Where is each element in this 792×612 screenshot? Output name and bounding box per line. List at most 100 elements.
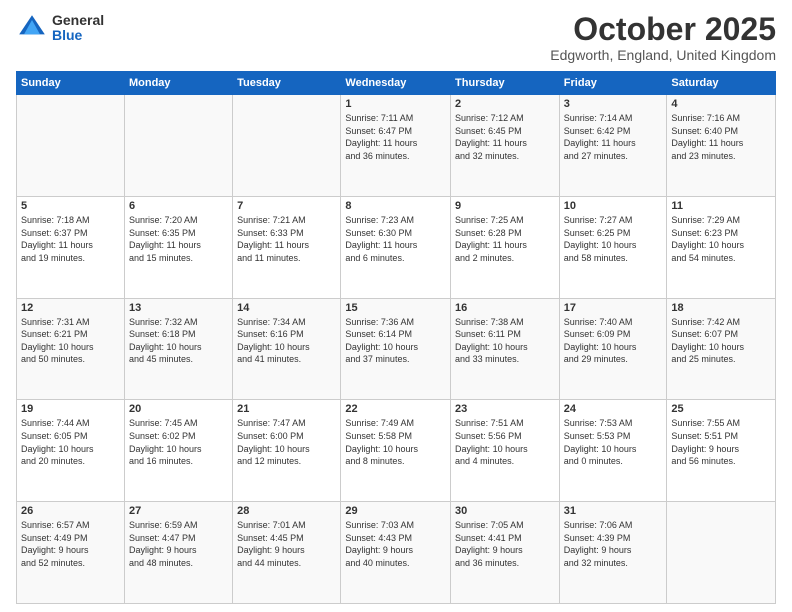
day-info: Sunrise: 7:34 AM Sunset: 6:16 PM Dayligh… — [237, 316, 336, 366]
calendar-cell: 30 Sunrise: 7:05 AM Sunset: 4:41 PM Dayli… — [451, 502, 560, 604]
calendar-cell — [233, 95, 341, 197]
day-number: 17 — [564, 302, 663, 314]
day-number: 9 — [455, 200, 555, 212]
day-number: 1 — [345, 98, 446, 110]
day-headers-row: SundayMondayTuesdayWednesdayThursdayFrid… — [17, 72, 776, 95]
calendar-cell: 7Sunrise: 7:21 AM Sunset: 6:33 PM Daylig… — [233, 196, 341, 298]
calendar-cell: 8Sunrise: 7:23 AM Sunset: 6:30 PM Daylig… — [341, 196, 451, 298]
day-number: 7 — [237, 200, 336, 212]
day-number: 2 — [455, 98, 555, 110]
logo-blue-text: Blue — [52, 28, 104, 43]
day-info: Sunrise: 7:40 AM Sunset: 6:09 PM Dayligh… — [564, 316, 663, 366]
day-number: 22 — [345, 403, 446, 415]
calendar-cell: 6 Sunrise: 7:20 AM Sunset: 6:35 PM Daylig… — [124, 196, 232, 298]
day-number: 29 — [345, 505, 446, 517]
day-header-monday: Monday — [124, 72, 232, 95]
day-number: 25 — [671, 403, 771, 415]
day-number: 18 — [671, 302, 771, 314]
calendar-cell — [17, 95, 125, 197]
day-info: Sunrise: 7:25 AM Sunset: 6:28 PM Dayligh… — [455, 214, 555, 264]
day-number: 24 — [564, 403, 663, 415]
day-info: Sunrise: 7:03 AM Sunset: 4:43 PM Dayligh… — [345, 519, 446, 569]
calendar-cell: 11Sunrise: 7:29 AM Sunset: 6:23 PM Dayli… — [667, 196, 776, 298]
calendar-cell: 4Sunrise: 7:16 AM Sunset: 6:40 PM Daylig… — [667, 95, 776, 197]
day-number: 26 — [21, 505, 120, 517]
day-info: Sunrise: 7:12 AM Sunset: 6:45 PM Dayligh… — [455, 112, 555, 162]
day-info: Sunrise: 7:11 AM Sunset: 6:47 PM Dayligh… — [345, 112, 446, 162]
day-info: Sunrise: 7:01 AM Sunset: 4:45 PM Dayligh… — [237, 519, 336, 569]
day-number: 20 — [129, 403, 228, 415]
page: General Blue October 2025 Edgworth, Engl… — [0, 0, 792, 612]
calendar-cell: 14Sunrise: 7:34 AM Sunset: 6:16 PM Dayli… — [233, 298, 341, 400]
calendar-cell: 27 Sunrise: 6:59 AM Sunset: 4:47 PM Dayli… — [124, 502, 232, 604]
header: General Blue October 2025 Edgworth, Engl… — [16, 12, 776, 63]
day-info: Sunrise: 7:53 AM Sunset: 5:53 PM Dayligh… — [564, 417, 663, 467]
calendar-cell: 22 Sunrise: 7:49 AM Sunset: 5:58 PM Dayli… — [341, 400, 451, 502]
day-number: 31 — [564, 505, 663, 517]
calendar-cell: 23 Sunrise: 7:51 AM Sunset: 5:56 PM Dayli… — [451, 400, 560, 502]
day-number: 19 — [21, 403, 120, 415]
day-number: 6 — [129, 200, 228, 212]
day-header-sunday: Sunday — [17, 72, 125, 95]
calendar-cell — [124, 95, 232, 197]
location: Edgworth, England, United Kingdom — [550, 47, 776, 63]
day-info: Sunrise: 7:16 AM Sunset: 6:40 PM Dayligh… — [671, 112, 771, 162]
week-row-1: 5Sunrise: 7:18 AM Sunset: 6:37 PM Daylig… — [17, 196, 776, 298]
day-info: Sunrise: 7:47 AM Sunset: 6:00 PM Dayligh… — [237, 417, 336, 467]
calendar-cell: 19Sunrise: 7:44 AM Sunset: 6:05 PM Dayli… — [17, 400, 125, 502]
calendar-cell: 31 Sunrise: 7:06 AM Sunset: 4:39 PM Dayli… — [559, 502, 667, 604]
day-number: 30 — [455, 505, 555, 517]
calendar-cell: 26 Sunrise: 6:57 AM Sunset: 4:49 PM Dayli… — [17, 502, 125, 604]
logo: General Blue — [16, 12, 104, 44]
day-info: Sunrise: 7:31 AM Sunset: 6:21 PM Dayligh… — [21, 316, 120, 366]
day-number: 28 — [237, 505, 336, 517]
week-row-0: 1 Sunrise: 7:11 AM Sunset: 6:47 PM Daylig… — [17, 95, 776, 197]
day-info: Sunrise: 7:27 AM Sunset: 6:25 PM Dayligh… — [564, 214, 663, 264]
day-number: 11 — [671, 200, 771, 212]
day-info: Sunrise: 7:20 AM Sunset: 6:35 PM Dayligh… — [129, 214, 228, 264]
week-row-4: 26 Sunrise: 6:57 AM Sunset: 4:49 PM Dayli… — [17, 502, 776, 604]
day-info: Sunrise: 7:36 AM Sunset: 6:14 PM Dayligh… — [345, 316, 446, 366]
day-info: Sunrise: 7:38 AM Sunset: 6:11 PM Dayligh… — [455, 316, 555, 366]
day-info: Sunrise: 7:18 AM Sunset: 6:37 PM Dayligh… — [21, 214, 120, 264]
day-header-wednesday: Wednesday — [341, 72, 451, 95]
title-block: October 2025 Edgworth, England, United K… — [550, 12, 776, 63]
calendar-cell: 24 Sunrise: 7:53 AM Sunset: 5:53 PM Dayli… — [559, 400, 667, 502]
day-number: 10 — [564, 200, 663, 212]
calendar-cell: 25 Sunrise: 7:55 AM Sunset: 5:51 PM Dayli… — [667, 400, 776, 502]
calendar-cell: 17 Sunrise: 7:40 AM Sunset: 6:09 PM Dayli… — [559, 298, 667, 400]
day-header-thursday: Thursday — [451, 72, 560, 95]
calendar-cell: 29 Sunrise: 7:03 AM Sunset: 4:43 PM Dayli… — [341, 502, 451, 604]
calendar-cell: 21 Sunrise: 7:47 AM Sunset: 6:00 PM Dayli… — [233, 400, 341, 502]
calendar-cell: 13Sunrise: 7:32 AM Sunset: 6:18 PM Dayli… — [124, 298, 232, 400]
day-header-tuesday: Tuesday — [233, 72, 341, 95]
calendar-cell: 3Sunrise: 7:14 AM Sunset: 6:42 PM Daylig… — [559, 95, 667, 197]
week-row-2: 12Sunrise: 7:31 AM Sunset: 6:21 PM Dayli… — [17, 298, 776, 400]
calendar-cell: 20 Sunrise: 7:45 AM Sunset: 6:02 PM Dayli… — [124, 400, 232, 502]
calendar-cell: 1 Sunrise: 7:11 AM Sunset: 6:47 PM Daylig… — [341, 95, 451, 197]
day-header-saturday: Saturday — [667, 72, 776, 95]
day-info: Sunrise: 7:45 AM Sunset: 6:02 PM Dayligh… — [129, 417, 228, 467]
calendar-cell: 28 Sunrise: 7:01 AM Sunset: 4:45 PM Dayli… — [233, 502, 341, 604]
calendar-cell: 2 Sunrise: 7:12 AM Sunset: 6:45 PM Daylig… — [451, 95, 560, 197]
day-info: Sunrise: 7:05 AM Sunset: 4:41 PM Dayligh… — [455, 519, 555, 569]
day-number: 21 — [237, 403, 336, 415]
calendar-cell — [667, 502, 776, 604]
day-info: Sunrise: 7:14 AM Sunset: 6:42 PM Dayligh… — [564, 112, 663, 162]
day-number: 23 — [455, 403, 555, 415]
logo-icon — [16, 12, 48, 44]
day-info: Sunrise: 7:51 AM Sunset: 5:56 PM Dayligh… — [455, 417, 555, 467]
day-info: Sunrise: 7:55 AM Sunset: 5:51 PM Dayligh… — [671, 417, 771, 467]
calendar-cell: 5Sunrise: 7:18 AM Sunset: 6:37 PM Daylig… — [17, 196, 125, 298]
week-row-3: 19Sunrise: 7:44 AM Sunset: 6:05 PM Dayli… — [17, 400, 776, 502]
day-info: Sunrise: 7:32 AM Sunset: 6:18 PM Dayligh… — [129, 316, 228, 366]
day-info: Sunrise: 6:59 AM Sunset: 4:47 PM Dayligh… — [129, 519, 228, 569]
day-info: Sunrise: 6:57 AM Sunset: 4:49 PM Dayligh… — [21, 519, 120, 569]
day-info: Sunrise: 7:42 AM Sunset: 6:07 PM Dayligh… — [671, 316, 771, 366]
logo-text: General Blue — [52, 13, 104, 44]
day-info: Sunrise: 7:06 AM Sunset: 4:39 PM Dayligh… — [564, 519, 663, 569]
day-number: 16 — [455, 302, 555, 314]
day-info: Sunrise: 7:49 AM Sunset: 5:58 PM Dayligh… — [345, 417, 446, 467]
day-number: 27 — [129, 505, 228, 517]
calendar-cell: 18 Sunrise: 7:42 AM Sunset: 6:07 PM Dayli… — [667, 298, 776, 400]
